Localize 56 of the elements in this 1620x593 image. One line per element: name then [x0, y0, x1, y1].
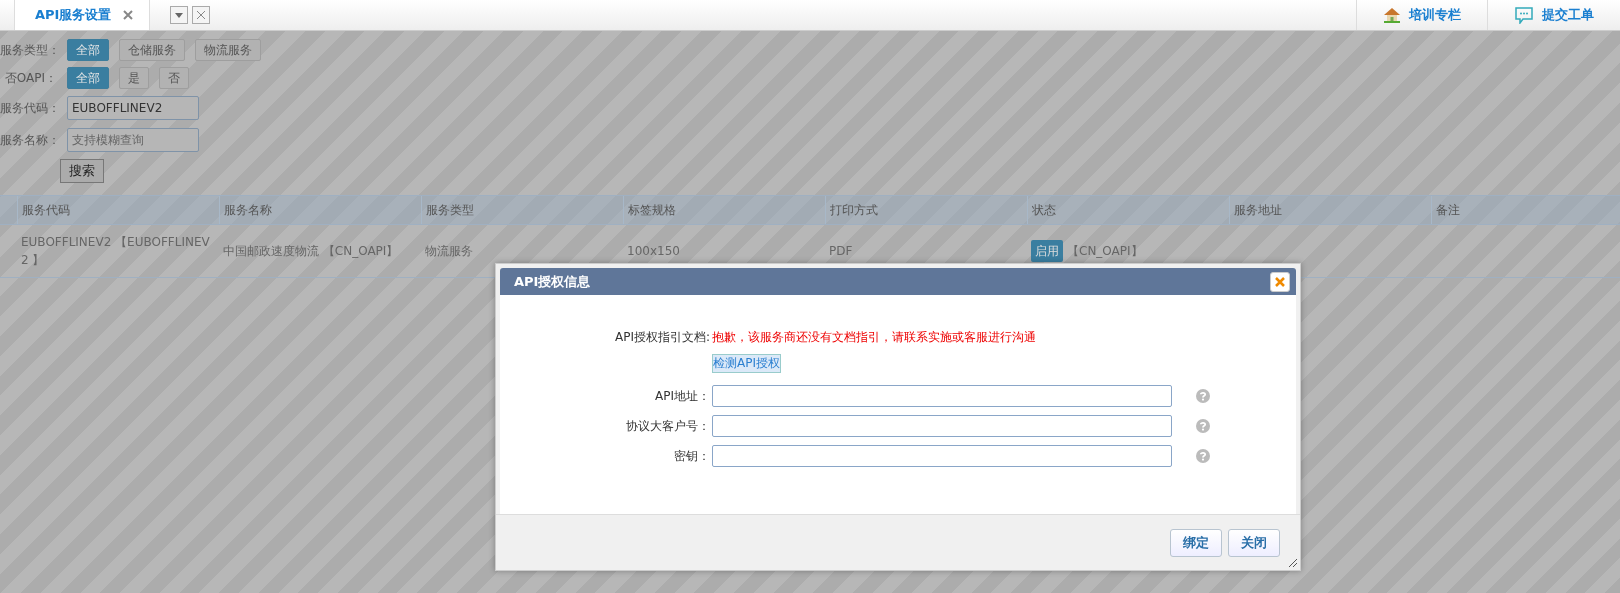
chat-icon [1514, 6, 1534, 24]
table-cell-text: 中国邮政速度物流 【CN_OAPI】 [222, 243, 400, 260]
filter-label: 服务代码： [0, 99, 57, 117]
field-label: API地址： [654, 387, 710, 405]
resize-grip-icon[interactable] [1287, 557, 1297, 567]
field-label: 协议大客户号： [625, 417, 710, 435]
filter-label: 服务类型： [0, 41, 57, 59]
column-header: 备注 [1431, 196, 1620, 224]
help-icon[interactable] [1196, 449, 1210, 464]
filter-option[interactable]: 是 [119, 67, 149, 89]
tab[interactable]: API服务设置 [14, 0, 151, 30]
input-field[interactable] [712, 445, 1172, 468]
help-icon[interactable] [1196, 419, 1210, 434]
filter-option[interactable]: 全部 [67, 67, 109, 89]
filter-input[interactable]: 支持模糊查询 [67, 128, 199, 152]
column-header: 标签规格 [623, 196, 825, 224]
filter-option[interactable]: 仓储服务 [119, 39, 185, 61]
doc-label: API授权指引文档: [613, 329, 710, 347]
close-button[interactable] [1270, 271, 1290, 292]
filter-option[interactable]: 全部 [67, 39, 109, 61]
search-button[interactable]: 搜索 [60, 159, 104, 183]
dropdown-button[interactable] [170, 6, 189, 24]
filter-option[interactable]: 物流服务 [195, 39, 261, 61]
column-header: 打印方式 [825, 196, 1027, 224]
close-icon[interactable] [123, 10, 134, 20]
column-header: 服务名称 [219, 196, 421, 224]
dialog-button[interactable]: 绑定 [1170, 528, 1222, 557]
close-button[interactable] [192, 6, 211, 24]
filter-label: 否OAPI： [3, 69, 57, 87]
dialog-title: API授权信息 [514, 272, 591, 291]
top-link[interactable]: 提交工单 [1487, 0, 1620, 30]
table-cell-text: EUBOFFLINEV2 【EUBOFFLINEV2 】 [20, 234, 211, 269]
status-badge: 启用 [1031, 240, 1063, 262]
column-header: 服务地址 [1229, 196, 1431, 224]
close-icon [197, 11, 206, 19]
dialog-button[interactable]: 关闭 [1228, 528, 1280, 557]
error-message: 抱歉，该服务商还没有文档指引，请联系实施或客服进行沟通 [712, 329, 1037, 347]
column-header: 服务代码 [17, 196, 219, 224]
help-icon[interactable] [1196, 389, 1210, 404]
column-header: 服务类型 [421, 196, 623, 224]
caret-icon [175, 12, 184, 18]
top-link[interactable]: 培训专栏 [1356, 0, 1487, 30]
house-icon [1383, 7, 1401, 23]
filter-input[interactable]: EUBOFFLINEV2 [67, 96, 199, 120]
table-cell-text: PDF [828, 243, 854, 260]
check-link[interactable]: 检测API授权 [712, 354, 781, 374]
column-header: 状态 [1027, 196, 1229, 224]
table-cell-text: 100x150 [626, 243, 681, 260]
table-cell-text: 物流服务 [424, 243, 474, 260]
filter-label: 服务名称： [0, 131, 57, 149]
input-field[interactable] [712, 415, 1172, 438]
table-cell-text: 【CN_OAPI】 [1067, 243, 1143, 260]
input-field[interactable] [712, 385, 1172, 408]
filter-option[interactable]: 否 [159, 67, 189, 89]
field-label: 密钥： [673, 447, 710, 465]
close-icon [1275, 276, 1285, 287]
